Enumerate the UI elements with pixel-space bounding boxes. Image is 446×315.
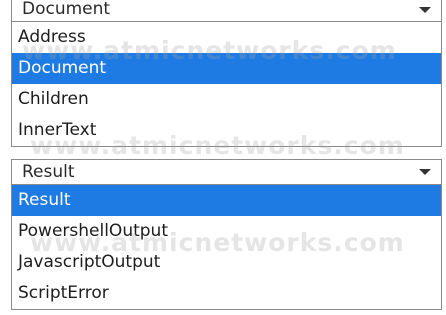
output-options-list: Result PowershellOutput JavascriptOutput…	[11, 185, 442, 310]
option-document[interactable]: Document	[12, 53, 441, 84]
chevron-down-icon[interactable]	[413, 0, 437, 21]
output-selected-value: Result	[22, 162, 75, 182]
option-innertext[interactable]: InnerText	[12, 115, 441, 146]
option-address[interactable]: Address	[12, 22, 441, 53]
option-powershelloutput[interactable]: PowershellOutput	[12, 216, 441, 247]
property-dropdown[interactable]: Document Address Document Children Inner…	[11, 0, 442, 147]
option-children[interactable]: Children	[12, 84, 441, 115]
property-combobox[interactable]: Document	[11, 0, 442, 22]
output-dropdown[interactable]: Result Result PowershellOutput Javascrip…	[11, 159, 442, 310]
option-result[interactable]: Result	[12, 185, 441, 216]
chevron-down-icon[interactable]	[413, 160, 437, 184]
property-selected-value: Document	[22, 0, 111, 19]
output-combobox[interactable]: Result	[11, 159, 442, 185]
option-javascriptoutput[interactable]: JavascriptOutput	[12, 247, 441, 278]
option-scripterror[interactable]: ScriptError	[12, 278, 441, 309]
property-options-list: Address Document Children InnerText	[11, 22, 442, 147]
